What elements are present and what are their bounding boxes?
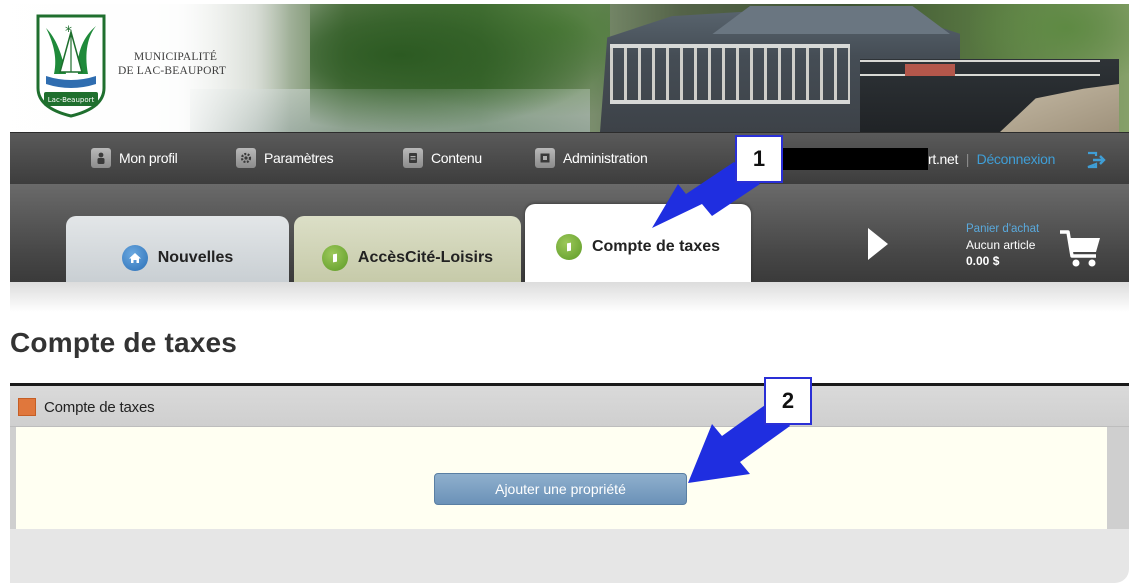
chevron-right-icon xyxy=(868,228,888,260)
page-title: Compte de taxes xyxy=(10,327,238,358)
toolbar-content[interactable]: Contenu xyxy=(403,147,482,169)
gear-icon xyxy=(236,148,256,168)
tab-nouvelles[interactable]: Nouvelles xyxy=(66,216,289,282)
annotation-callout-2: 2 xyxy=(764,377,812,425)
logout-icon[interactable] xyxy=(1085,150,1107,170)
municipality-name: MUNICIPALITÉ DE LAC-BEAUPORT xyxy=(118,50,226,78)
banner-balcony xyxy=(610,44,850,104)
toolbar-label: Mon profil xyxy=(119,150,178,166)
document-icon xyxy=(403,148,423,168)
add-property-button[interactable]: Ajouter une propriété xyxy=(434,473,687,505)
account-email-suffix: rt.net xyxy=(928,151,959,167)
panel-color-swatch xyxy=(18,398,36,416)
leaf-icon xyxy=(555,234,582,260)
person-icon xyxy=(91,148,111,168)
toolbar-label: Paramètres xyxy=(264,150,334,166)
annotation-callout-1: 1 xyxy=(735,135,783,183)
banner-railing xyxy=(860,60,1100,76)
panel-title: Compte de taxes xyxy=(44,399,155,416)
redacted-account xyxy=(770,148,928,170)
tab-accescite-loisirs[interactable]: AccèsCité-Loisirs xyxy=(294,216,521,282)
logout-link[interactable]: Déconnexion xyxy=(977,151,1056,167)
logo-badge-text: Lac-Beauport xyxy=(48,96,95,104)
panel-header xyxy=(10,386,1129,427)
header-shadow xyxy=(10,282,1129,312)
municipality-name-line2: DE LAC-BEAUPORT xyxy=(118,65,227,77)
cart-items: Aucun article xyxy=(966,238,1036,252)
tabs-next-button[interactable] xyxy=(864,226,890,262)
home-icon xyxy=(121,245,148,271)
account-links: rt.net | Déconnexion xyxy=(928,151,1055,167)
toolbar-administration[interactable]: Administration xyxy=(535,147,648,169)
banner-people xyxy=(905,64,955,76)
cart-label: Panier d'achat xyxy=(966,223,1040,235)
page: * Lac-Beauport MUNICIPALITÉ DE LAC-BEAUP… xyxy=(0,0,1129,583)
toolbar-my-profile[interactable]: Mon profil xyxy=(91,147,178,169)
banner-roof xyxy=(712,6,950,34)
tab-label: AccèsCité-Loisirs xyxy=(357,249,494,266)
toolbar-settings[interactable]: Paramètres xyxy=(236,147,334,169)
panel-footer xyxy=(10,529,1129,583)
toolbar-label: Administration xyxy=(563,150,648,166)
svg-text:*: * xyxy=(65,24,72,40)
municipality-logo[interactable]: * Lac-Beauport xyxy=(32,10,110,118)
tab-compte-de-taxes[interactable]: Compte de taxes xyxy=(525,204,751,282)
separator: | xyxy=(965,151,970,167)
admin-icon xyxy=(535,148,555,168)
municipality-name-line1: MUNICIPALITÉ xyxy=(134,51,218,63)
banner-trees xyxy=(310,4,610,132)
leaf-icon xyxy=(321,245,348,271)
cart-icon[interactable] xyxy=(1058,224,1102,270)
toolbar-label: Contenu xyxy=(431,150,482,166)
shopping-cart-summary[interactable]: Panier d'achat Aucun article 0.00 $ xyxy=(966,221,1039,269)
cart-total: 0.00 $ xyxy=(966,254,1000,268)
tab-label: Nouvelles xyxy=(157,249,234,266)
tab-label: Compte de taxes xyxy=(591,238,721,255)
